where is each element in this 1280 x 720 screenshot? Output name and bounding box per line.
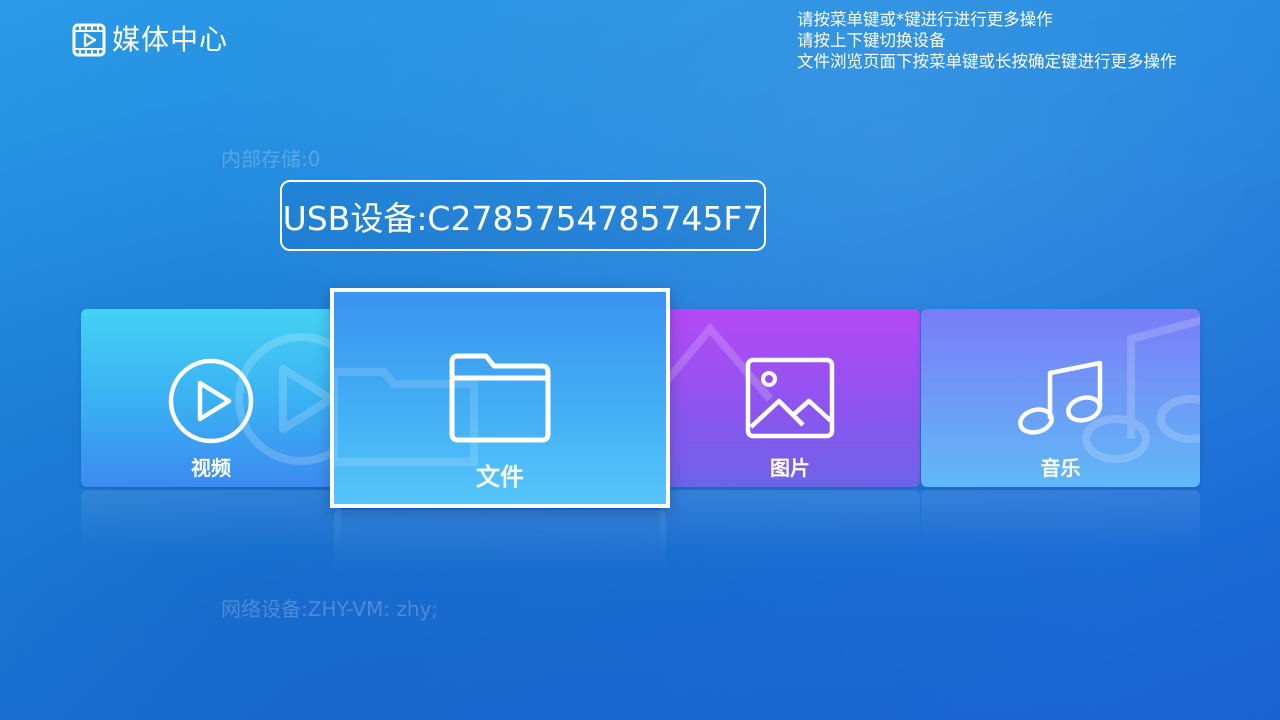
folder-icon	[449, 353, 551, 443]
music-note-icon	[1017, 360, 1102, 435]
image-icon	[745, 357, 835, 439]
card-photo-label: 图片	[770, 456, 810, 480]
card-reflection	[81, 490, 341, 550]
card-music-label: 音乐	[1040, 456, 1081, 480]
card-reflection	[921, 490, 1200, 550]
help-hints: 请按菜单键或*键进行进行更多操作 请按上下键切换设备 文件浏览页面下按菜单键或长…	[797, 9, 1177, 72]
play-circle-icon	[168, 358, 254, 444]
hint-line: 请按上下键切换设备	[797, 31, 946, 50]
card-reflection	[334, 510, 666, 570]
hint-line: 请按菜单键或*键进行进行更多操作	[797, 10, 1053, 29]
hint-line: 文件浏览页面下按菜单键或长按确定键进行更多操作	[797, 52, 1177, 71]
card-reflection	[660, 490, 920, 550]
device-internal-storage[interactable]: 内部存储:0	[221, 143, 320, 172]
device-usb-selected[interactable]: USB设备:C2785754785745F7	[280, 180, 766, 251]
card-video-label: 视频	[191, 456, 231, 480]
app-title: 媒体中心	[112, 23, 229, 56]
device-network[interactable]: 网络设备:ZHY-VM: zhy;	[221, 593, 438, 622]
device-usb-label: USB设备:C2785754785745F7	[282, 198, 764, 238]
app-header: 媒体中心	[72, 20, 228, 60]
card-files-label: 文件	[476, 463, 524, 491]
video-play-icon	[72, 23, 106, 57]
card-music[interactable]: 音乐	[921, 309, 1200, 487]
card-video[interactable]: 视频	[81, 309, 341, 487]
card-files-selected[interactable]: 文件	[330, 288, 670, 508]
card-photo[interactable]: 图片	[660, 309, 920, 487]
